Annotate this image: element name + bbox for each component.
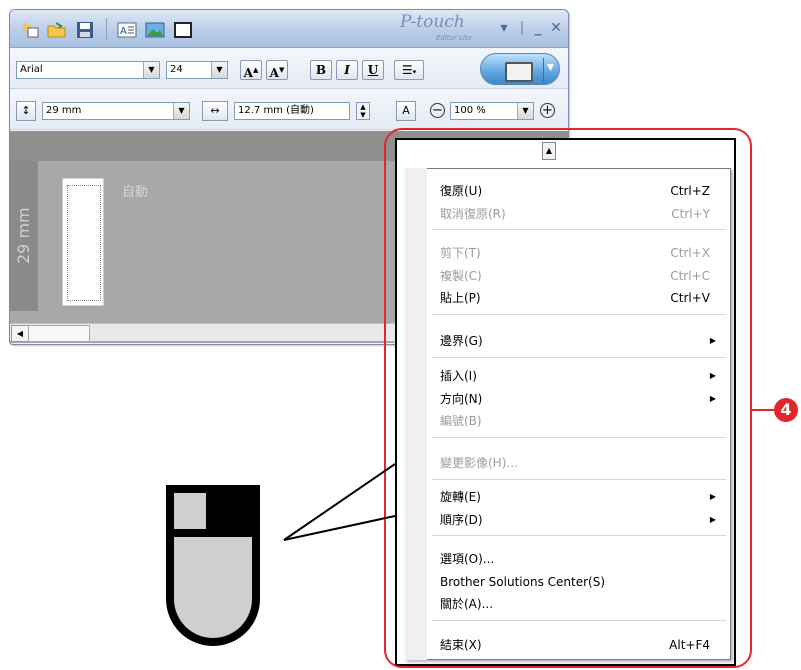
- callout-wedge: [283, 463, 396, 541]
- right-click-mouse-icon: [166, 485, 260, 646]
